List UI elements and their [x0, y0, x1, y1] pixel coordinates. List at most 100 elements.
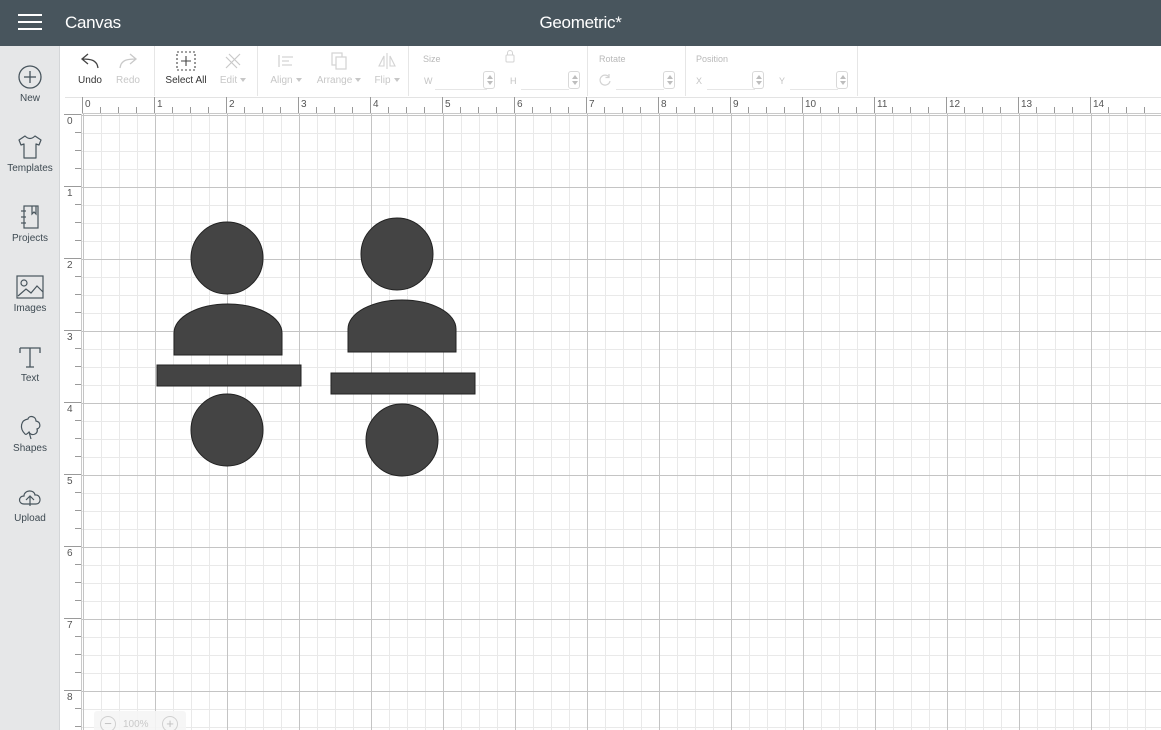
ruler-tick — [766, 107, 767, 113]
x-label: X — [696, 76, 703, 86]
ruler-tick — [118, 107, 119, 113]
ruler-tick — [1108, 107, 1109, 113]
ruler-tick — [712, 107, 713, 113]
width-stepper[interactable] — [483, 71, 495, 89]
bar-rectangle-shape[interactable] — [330, 372, 476, 395]
redo-label: Redo — [116, 75, 140, 86]
zoom-control: − 100% + — [94, 711, 186, 730]
bottom-circle-shape[interactable] — [365, 403, 439, 477]
y-label: Y — [779, 76, 786, 86]
redo-button[interactable]: Redo — [113, 50, 143, 86]
align-button[interactable]: Align — [266, 50, 306, 86]
ruler-label: 3 — [67, 332, 73, 343]
ruler-tick — [75, 222, 81, 223]
flip-label: Flip — [374, 75, 391, 86]
ruler-tick — [946, 97, 947, 113]
tshirt-icon — [18, 135, 42, 159]
position-group: Position X Y — [686, 46, 858, 96]
lock-icon[interactable] — [504, 49, 516, 63]
x-stepper[interactable] — [752, 71, 764, 89]
ruler-tick — [640, 107, 641, 113]
sidebar-item-shapes[interactable]: Shapes — [0, 414, 60, 476]
app-name: Canvas — [65, 13, 121, 32]
head-circle-shape[interactable] — [190, 221, 264, 295]
head-circle-shape[interactable] — [360, 217, 434, 291]
align-label: Align — [270, 75, 293, 86]
design-canvas[interactable] — [82, 114, 1161, 730]
sidebar-item-label: Projects — [11, 233, 49, 244]
bar-rectangle-shape[interactable] — [156, 364, 302, 387]
arrange-button[interactable]: Arrange — [313, 50, 365, 86]
figure-group-right[interactable] — [330, 217, 476, 477]
ruler-tick — [75, 204, 81, 205]
ruler-tick — [748, 107, 749, 113]
ruler-label: 10 — [805, 99, 817, 110]
ruler-tick — [75, 366, 81, 367]
sidebar-item-projects[interactable]: Projects — [0, 204, 60, 266]
ruler-tick — [370, 97, 371, 113]
width-input[interactable] — [435, 72, 487, 90]
ruler-tick — [802, 97, 803, 113]
ruler-tick — [75, 726, 81, 727]
zoom-in-button[interactable]: + — [162, 716, 178, 730]
ruler-tick — [208, 107, 209, 113]
ruler-label: 2 — [67, 260, 73, 271]
ruler-tick — [1126, 107, 1127, 113]
x-input[interactable] — [707, 72, 755, 90]
ruler-label: 9 — [733, 99, 739, 110]
arrange-group: Align Arrange Flip — [258, 46, 409, 96]
menu-icon[interactable] — [18, 14, 42, 32]
semicircle-shape[interactable] — [173, 303, 283, 356]
edit-button[interactable]: Edit — [215, 50, 251, 86]
flip-button[interactable]: Flip — [370, 50, 404, 86]
ruler-tick — [172, 107, 173, 113]
ruler-tick — [82, 97, 83, 113]
ruler-tick — [316, 107, 317, 113]
rotate-input[interactable] — [616, 72, 664, 90]
ruler-tick — [75, 654, 81, 655]
ruler-tick — [514, 97, 515, 113]
image-icon — [16, 275, 44, 299]
ruler-label: 6 — [517, 99, 523, 110]
select-all-button[interactable]: Select All — [163, 50, 209, 86]
align-icon — [278, 55, 293, 67]
semicircle-shape[interactable] — [347, 299, 457, 353]
height-label: H — [510, 76, 517, 86]
ruler-tick — [676, 107, 677, 113]
y-input[interactable] — [790, 72, 838, 90]
ruler-tick — [550, 107, 551, 113]
ruler-tick — [388, 107, 389, 113]
ruler-tick — [1018, 97, 1019, 113]
sidebar-item-label: Images — [13, 303, 47, 314]
y-stepper[interactable] — [836, 71, 848, 89]
rotate-stepper[interactable] — [663, 71, 675, 89]
height-input[interactable] — [521, 72, 569, 90]
ruler-label: 7 — [589, 99, 595, 110]
ruler-tick — [1000, 107, 1001, 113]
text-t-icon — [19, 347, 41, 368]
ruler-tick — [64, 618, 81, 619]
arrange-icon — [331, 52, 347, 70]
height-stepper[interactable] — [568, 71, 580, 89]
ruler-tick — [784, 107, 785, 113]
ruler-tick — [352, 107, 353, 113]
sidebar-item-new[interactable]: New — [0, 64, 60, 126]
zoom-out-button[interactable]: − — [100, 716, 116, 730]
ruler-tick — [280, 107, 281, 113]
history-group: Undo Redo — [65, 46, 155, 96]
figure-group-left[interactable] — [156, 221, 302, 467]
ruler-tick — [442, 97, 443, 113]
ruler-tick — [64, 330, 81, 331]
sidebar-item-images[interactable]: Images — [0, 274, 60, 336]
ruler-tick — [100, 107, 101, 113]
arrange-label: Arrange — [316, 75, 353, 86]
undo-button[interactable]: Undo — [75, 50, 105, 86]
ruler-label: 0 — [67, 116, 73, 127]
sidebar-item-upload[interactable]: Upload — [0, 484, 60, 546]
undo-label: Undo — [78, 75, 102, 86]
sidebar-item-text[interactable]: Text — [0, 344, 60, 406]
bottom-circle-shape[interactable] — [190, 393, 264, 467]
ruler-tick — [75, 150, 81, 151]
ruler-tick — [75, 168, 81, 169]
sidebar-item-templates[interactable]: Templates — [0, 134, 60, 196]
